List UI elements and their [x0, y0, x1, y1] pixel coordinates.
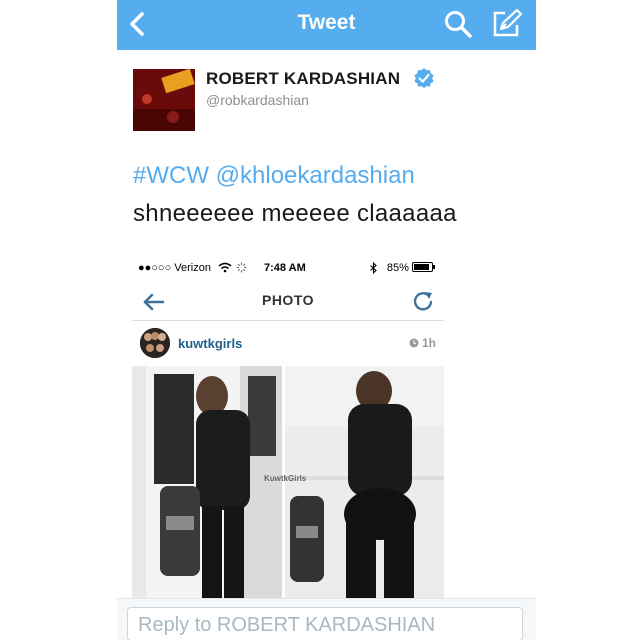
- wifi-icon: [218, 262, 232, 273]
- tweet-screen: Tweet ROBERT KARDASHIAN @robkardashian #…: [117, 0, 536, 640]
- post-time-ago: 1h: [409, 336, 436, 350]
- post-time-label: 1h: [421, 336, 436, 350]
- author-handle[interactable]: @robkardashian: [206, 92, 309, 108]
- author-avatar[interactable]: [133, 69, 195, 131]
- tweet-hashtag-mention[interactable]: #WCW @khloekardashian: [133, 162, 415, 190]
- page-title: Tweet: [297, 11, 356, 34]
- battery-status: 85%: [387, 262, 436, 274]
- photo-nav-bar: PHOTO: [132, 286, 444, 321]
- status-bar: ●●○○○ Verizon 7:48 AM 85%: [132, 252, 444, 282]
- bluetooth-icon: [370, 262, 377, 274]
- tweet-text: shneeeeee meeeee claaaaaa: [133, 200, 457, 227]
- embedded-screenshot[interactable]: ●●○○○ Verizon 7:48 AM 85% PHOTO kuwtkgir…: [132, 252, 444, 600]
- loading-spinner-icon: [236, 262, 247, 273]
- battery-percent: 85%: [386, 262, 409, 274]
- carrier-label: ●●○○○ Verizon: [138, 262, 211, 274]
- photo-title: PHOTO: [261, 292, 315, 308]
- reply-bar: Reply to ROBERT KARDASHIAN: [117, 598, 536, 640]
- photo-watermark: KuwtkGirls: [264, 474, 307, 483]
- header-bar: Tweet: [117, 0, 536, 50]
- verified-badge-icon: [414, 68, 434, 88]
- compose-icon[interactable]: [491, 7, 523, 39]
- author-name[interactable]: ROBERT KARDASHIAN: [206, 69, 400, 89]
- refresh-icon[interactable]: [412, 290, 434, 312]
- search-icon[interactable]: [443, 9, 473, 39]
- photo-collage: [132, 366, 444, 600]
- status-time: 7:48 AM: [264, 262, 306, 274]
- reply-input[interactable]: Reply to ROBERT KARDASHIAN: [127, 607, 523, 640]
- poster-avatar[interactable]: [140, 328, 170, 358]
- battery-icon: [412, 262, 435, 272]
- poster-username[interactable]: kuwtkgirls: [178, 336, 242, 351]
- post-photo[interactable]: KuwtkGirls: [132, 366, 444, 600]
- clock-icon: [409, 338, 419, 348]
